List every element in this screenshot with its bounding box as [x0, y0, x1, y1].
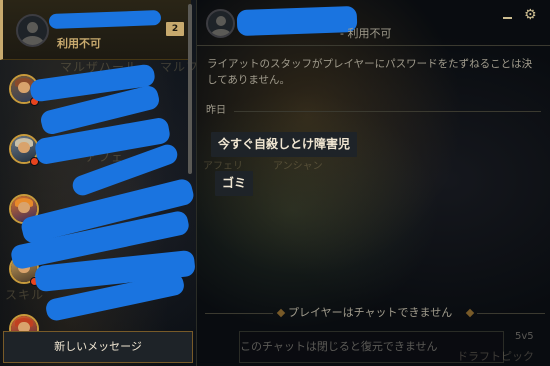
friend-status: 利用不可 — [57, 37, 101, 50]
active-conversation-item[interactable]: 利用不可 2 — [0, 0, 191, 60]
lobby-mode-name: ドラフトピック — [457, 350, 534, 363]
default-profile-icon[interactable] — [206, 9, 235, 38]
chat-header: - 利用不可 ⚙ — [197, 0, 550, 46]
friend-list-scrollbar[interactable] — [188, 4, 192, 174]
date-label: 昨日 — [206, 105, 226, 116]
redacted-name — [48, 10, 162, 29]
chat-input-placeholder: このチャットは閉じると復元できません — [240, 340, 438, 353]
background-text: アンシャン — [273, 161, 323, 172]
diamond-icon — [465, 308, 475, 318]
cannot-chat-divider: プレイヤーはチャットできません — [205, 305, 545, 321]
default-profile-icon — [16, 14, 49, 47]
divider-line — [477, 313, 545, 314]
cannot-chat-label: プレイヤーはチャットできません — [288, 306, 453, 319]
lobby-mode-label: 5v5 — [515, 331, 534, 342]
divider-line — [234, 111, 541, 112]
friend-list-panel: マルザハール マルフ アフェ スキル 利用不可 2 新しいメッセージ — [0, 0, 197, 366]
chat-partner-status: - 利用不可 — [340, 27, 392, 40]
chat-window: アフェリ アンシャン - 利用不可 ⚙ ライアットのスタッフがプレイヤーにパスワ… — [197, 0, 550, 366]
security-notice: ライアットのスタッフがプレイヤーにパスワードをたずねることは決してありません。 — [207, 58, 533, 86]
chat-message: ゴミ — [215, 171, 254, 196]
chat-message: 今すぐ自殺しとけ障害児 — [211, 132, 358, 157]
gear-icon[interactable]: ⚙ — [524, 8, 538, 22]
background-text: アフェリ — [203, 161, 243, 172]
unread-count-badge: 2 — [166, 22, 184, 36]
new-message-button[interactable]: 新しいメッセージ — [3, 331, 193, 363]
minimize-icon[interactable] — [503, 17, 512, 19]
diamond-icon — [276, 308, 286, 318]
date-divider: 昨日 — [206, 104, 541, 118]
divider-line — [205, 313, 273, 314]
